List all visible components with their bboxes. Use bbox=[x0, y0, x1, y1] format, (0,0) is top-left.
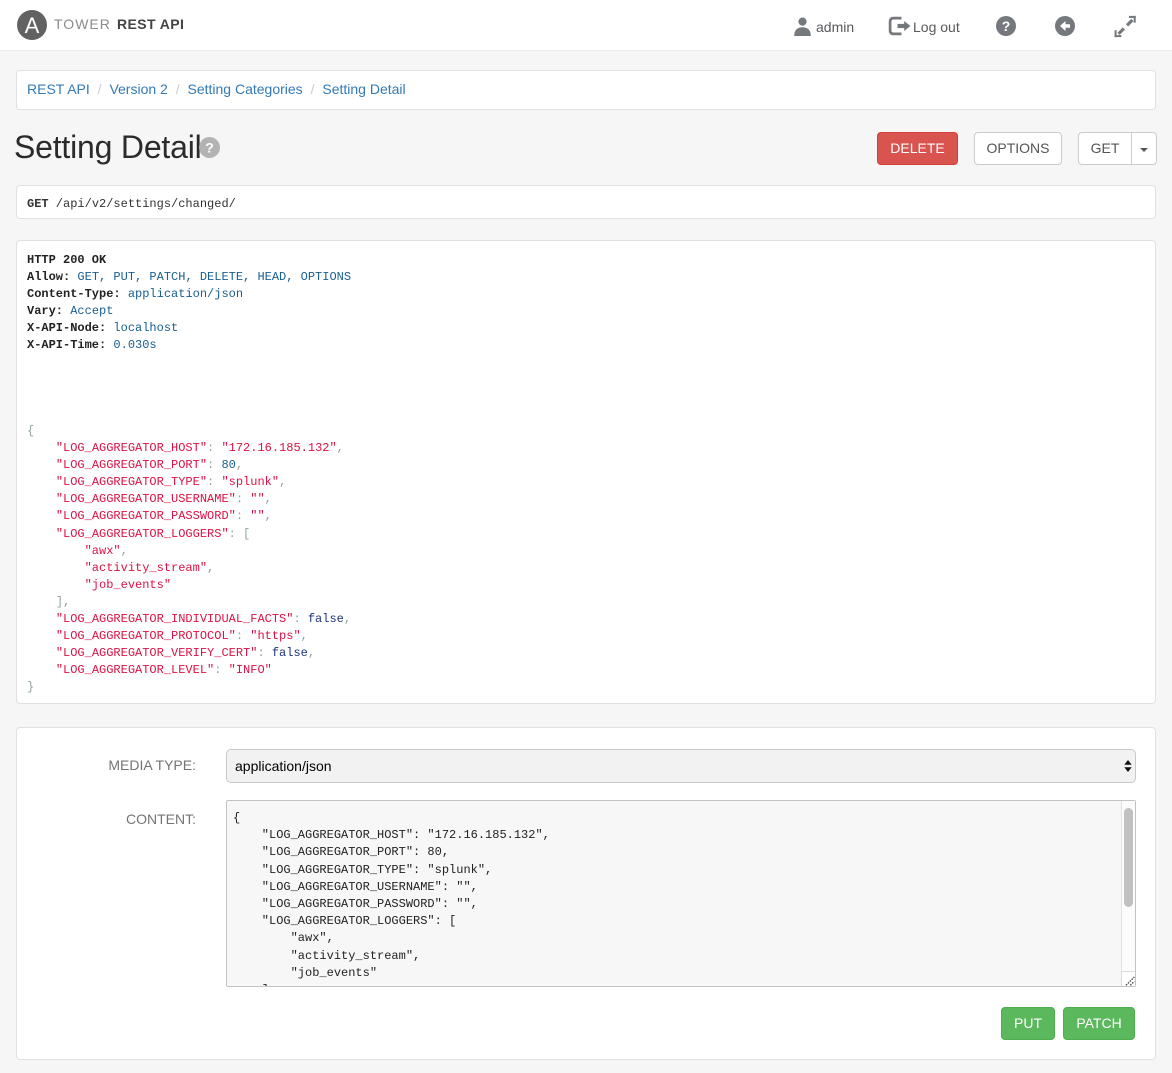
svg-text:?: ? bbox=[1002, 18, 1011, 34]
svg-text:A: A bbox=[25, 13, 40, 38]
svg-text:?: ? bbox=[205, 140, 214, 156]
